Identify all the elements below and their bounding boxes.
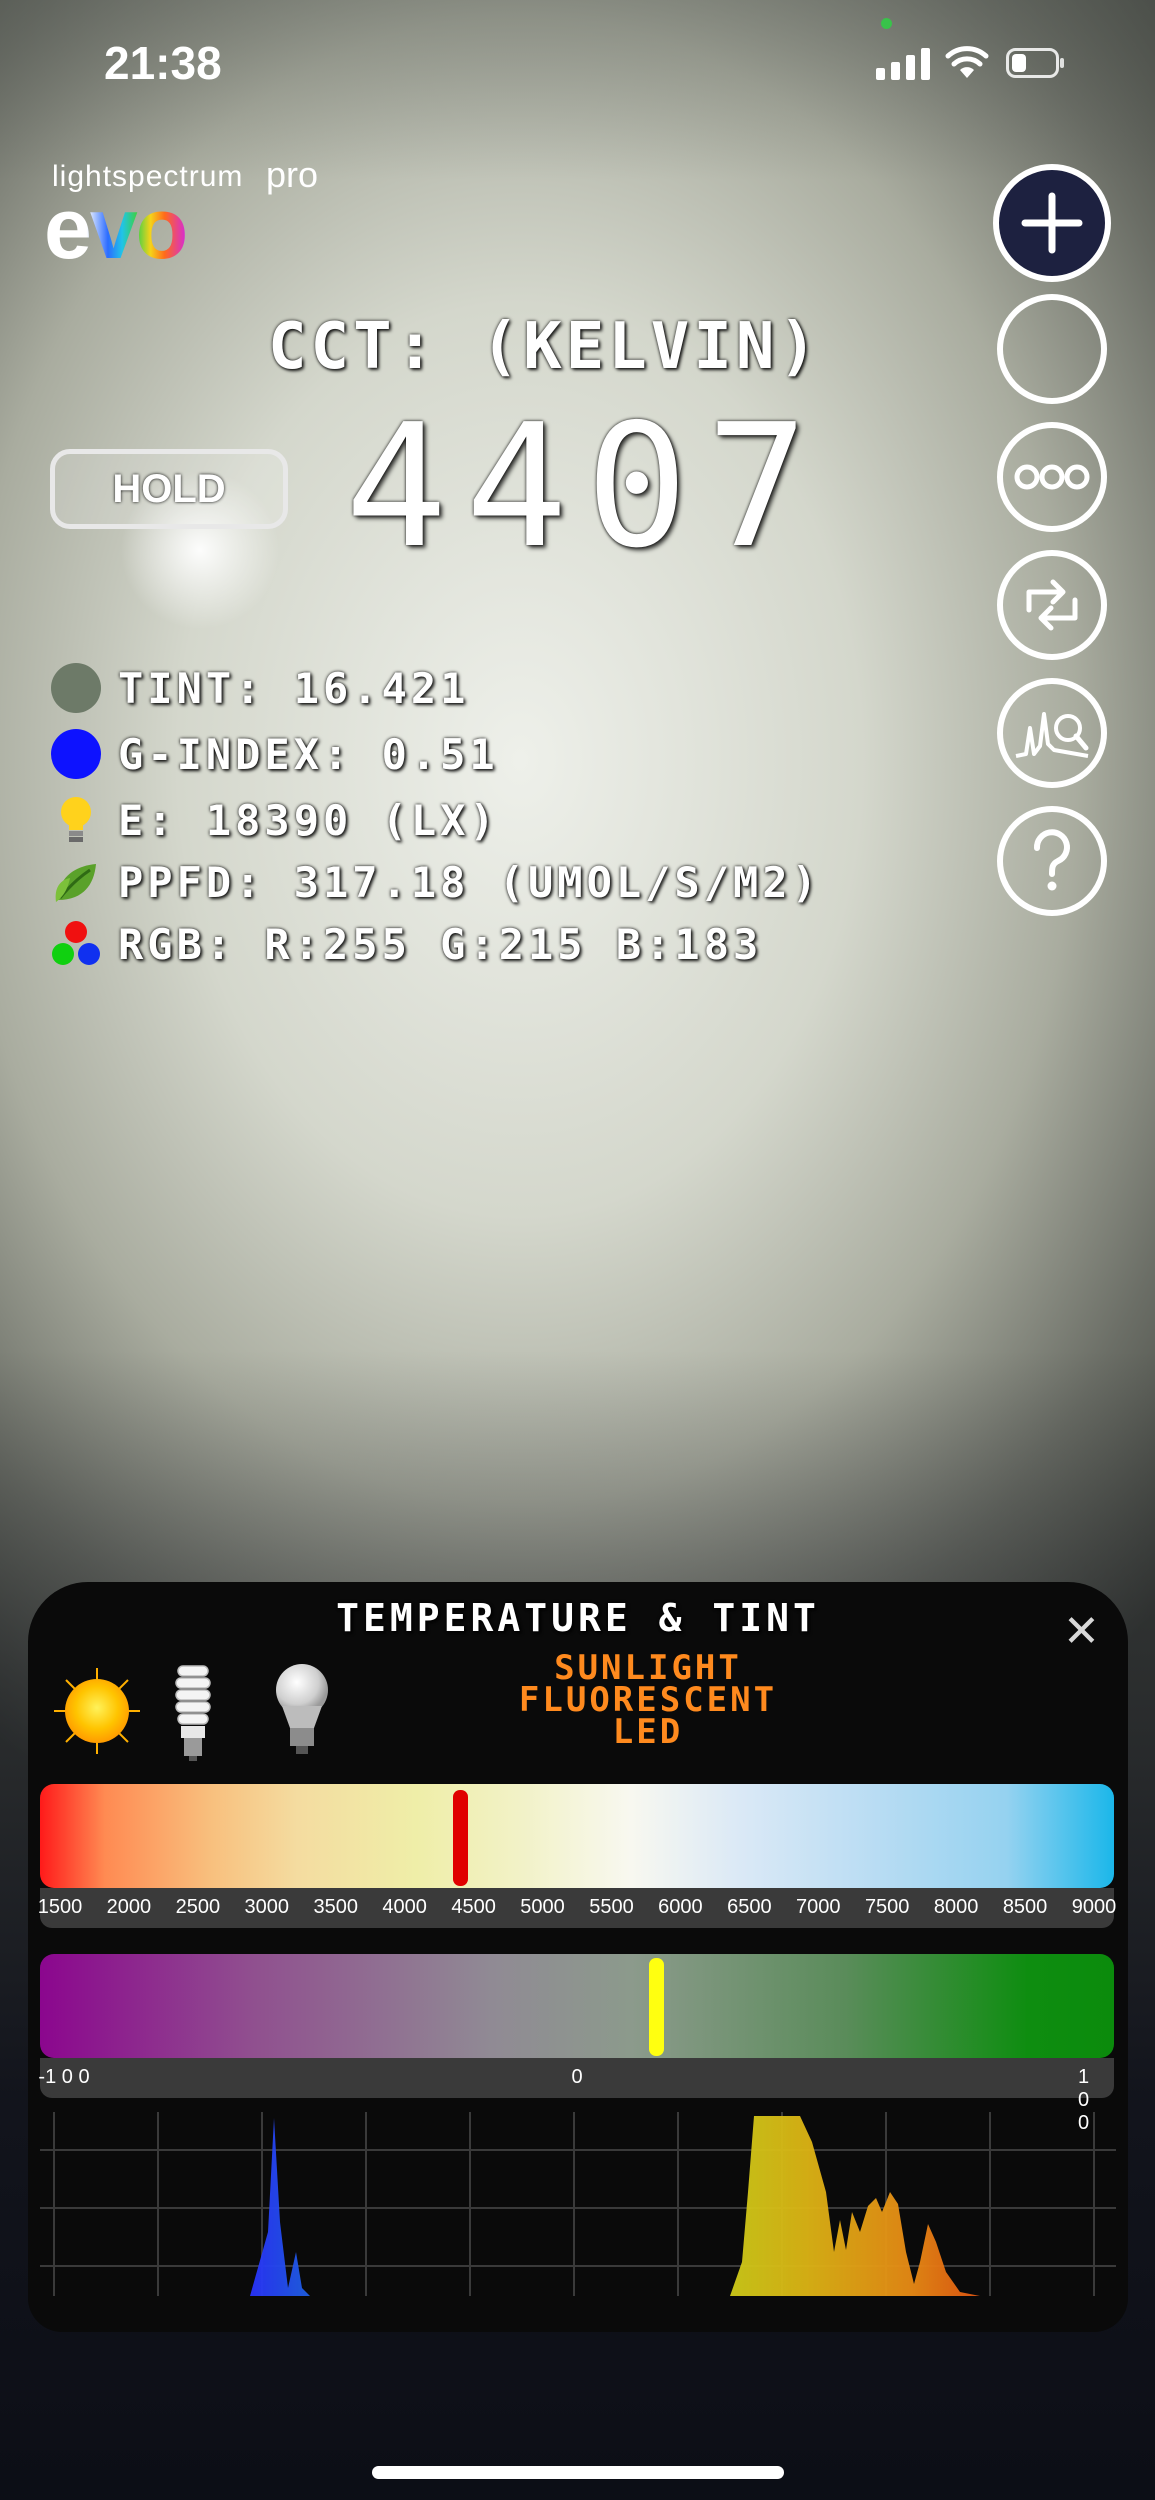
metric-tint: TINT: 16.421 [50, 662, 469, 714]
more-button[interactable] [997, 422, 1107, 532]
camera-in-use-indicator [881, 18, 892, 29]
temperature-scale-tick: 9000 [1071, 1896, 1117, 1918]
spectrum-graph [40, 2112, 1116, 2299]
metric-g-index: G-INDEX: 0.51 [50, 728, 499, 780]
temperature-scale-tick: 5000 [520, 1896, 565, 1918]
logo-pro: pro [266, 154, 319, 195]
logo-wordmark: evo [44, 181, 188, 277]
temperature-scale-tick: 8500 [1002, 1896, 1048, 1918]
more-icon [1014, 464, 1090, 490]
tint-scale: -1 0 0 0 1 0 0 [38, 2058, 1114, 2134]
add-icon [1021, 192, 1083, 254]
metric-rgb: RGB: R:255 G:215 B:183 [50, 918, 762, 970]
spectrum-analysis-button[interactable] [997, 678, 1107, 788]
capture-button[interactable] [997, 294, 1107, 404]
app-logo: lightspectrum pro evo [44, 154, 334, 277]
led-bulb-icon [276, 1664, 328, 1754]
metric-ppfd-text: PPFD: 317.18 (UMOL/S/M2) [118, 857, 821, 907]
g-index-color-dot [51, 729, 101, 779]
cct-label: CCT: (KELVIN) [268, 310, 821, 384]
fluorescent-bulb-icon [175, 1665, 211, 1761]
metric-illuminance: E: 18390 (LX) [50, 794, 499, 846]
home-indicator[interactable] [372, 2466, 784, 2479]
switch-camera-button[interactable] [997, 550, 1107, 660]
temperature-scale-tick: 1500 [37, 1896, 83, 1918]
metric-g-index-text: G-INDEX: 0.51 [118, 729, 499, 779]
close-icon[interactable]: ✕ [1063, 1606, 1100, 1657]
temperature-scale-tick: 7500 [864, 1896, 910, 1918]
wifi-icon [945, 46, 989, 78]
panel-title: TEMPERATURE & TINT [336, 1596, 820, 1640]
tint-scale-mid: 0 [571, 2066, 583, 2088]
metric-ppfd: PPFD: 317.18 (UMOL/S/M2) [50, 856, 821, 908]
tint-color-dot [51, 663, 101, 713]
tint-gradient-bar [40, 1954, 1114, 2058]
add-button[interactable] [993, 164, 1111, 282]
metric-rgb-text: RGB: R:255 G:215 B:183 [118, 919, 763, 969]
temperature-scale-tick: 4000 [382, 1896, 427, 1918]
cct-value: 4407 [345, 388, 827, 586]
temperature-scale-tick: 4500 [451, 1896, 496, 1918]
temperature-tint-panel: TEMPERATURE & TINT ✕ SUNLIGHT FLUORESCEN… [28, 1582, 1128, 2332]
temperature-marker [453, 1790, 468, 1886]
temperature-scale-tick: 7000 [796, 1896, 841, 1918]
hold-button[interactable]: HOLD [50, 449, 288, 529]
leaf-icon [55, 864, 96, 902]
status-bar: 21:38 [0, 0, 1155, 130]
temperature-scale-tick: 2000 [106, 1896, 152, 1918]
refresh-icon [1026, 579, 1078, 631]
temperature-scale-tick: 6500 [727, 1896, 772, 1918]
temperature-gradient-bar [40, 1784, 1114, 1888]
temperature-scale-tick: 5500 [589, 1896, 634, 1918]
spectrum-search-icon [1015, 712, 1089, 758]
metric-tint-text: TINT: 16.421 [118, 663, 470, 713]
temperature-scale-tick: 3500 [313, 1896, 358, 1918]
temperature-scale-tick: 3000 [244, 1896, 290, 1918]
temperature-scale-tick: 2500 [175, 1896, 221, 1918]
metric-illuminance-text: E: 18390 (LX) [118, 795, 499, 845]
tint-marker [649, 1958, 664, 2056]
temperature-scale-tick: 8000 [933, 1896, 979, 1918]
legend-led: LED [612, 1712, 684, 1752]
temperature-scale-tick: 6000 [658, 1896, 703, 1918]
sun-icon [54, 1668, 140, 1754]
lightbulb-icon [61, 797, 91, 842]
temperature-scale: 1500 2000 2500 3000 3500 4000 4500 5000 5500 6000… [37, 1888, 1117, 1928]
cellular-signal-icon [876, 46, 930, 80]
light-source-legend: SUNLIGHT FLUORESCENT LED [398, 1651, 898, 1752]
tint-scale-min: -1 0 0 [38, 2066, 90, 2088]
battery-icon [1006, 48, 1064, 78]
status-time: 21:38 [104, 37, 222, 89]
rgb-dots-icon [52, 921, 100, 965]
help-icon [1034, 829, 1070, 891]
help-button[interactable] [997, 806, 1107, 916]
